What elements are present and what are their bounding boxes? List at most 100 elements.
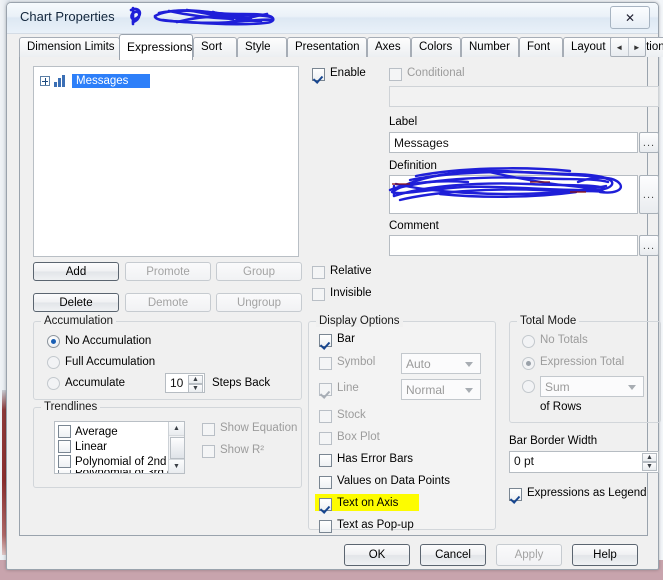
tab-strip: Dimension Limits Expressions Sort Style …	[19, 34, 663, 60]
tab-nav-next-button[interactable]: ►	[629, 38, 646, 56]
cancel-button[interactable]: Cancel	[420, 544, 486, 566]
expand-plus-icon[interactable]	[40, 76, 50, 86]
group-button[interactable]: Group	[216, 262, 302, 281]
label-browse-button[interactable]: ...	[639, 132, 659, 153]
tab-number[interactable]: Number	[461, 37, 519, 57]
stock-checkbox[interactable]	[319, 410, 332, 423]
delete-button[interactable]: Delete	[33, 293, 119, 312]
tab-expressions[interactable]: Expressions	[119, 34, 193, 60]
no-totals-radio[interactable]	[522, 335, 535, 348]
steps-back-label: Steps Back	[212, 377, 271, 389]
values-on-data-points-checkbox[interactable]	[319, 476, 332, 489]
line-type-dropdown[interactable]: Normal	[401, 379, 481, 400]
box-plot-checkbox[interactable]	[319, 432, 332, 445]
bar-border-width-spinner[interactable]: 0 pt ▲ ▼	[509, 451, 659, 473]
symbol-checkbox[interactable]	[319, 357, 332, 370]
steps-back-down-icon[interactable]: ▼	[188, 384, 203, 393]
demote-button[interactable]: Demote	[125, 293, 211, 312]
relative-checkbox[interactable]	[312, 266, 325, 279]
text-on-axis-checkbox[interactable]	[319, 498, 332, 511]
chevron-down-icon	[465, 387, 473, 393]
show-r2-checkbox[interactable]	[202, 445, 215, 458]
text-as-popup-label: Text as Pop-up	[337, 519, 414, 531]
tab-nav-prev-button[interactable]: ◄	[611, 38, 629, 56]
text-on-axis-label: Text on Axis	[337, 497, 399, 509]
trendline-row-poly2[interactable]: Polynomial of 2nd d	[58, 455, 176, 468]
comment-input[interactable]	[389, 235, 638, 256]
bar-border-up-icon[interactable]: ▲	[642, 453, 657, 462]
ungroup-button[interactable]: Ungroup	[216, 293, 302, 312]
trendline-poly3-label: Polynomial of 3rd d	[75, 470, 173, 473]
enable-checkbox[interactable]	[312, 68, 325, 81]
line-label: Line	[337, 382, 359, 394]
expression-tree-item[interactable]: Messages	[40, 73, 151, 89]
definition-browse-button[interactable]: ...	[639, 175, 659, 214]
tab-font[interactable]: Font	[519, 37, 563, 57]
apply-button[interactable]: Apply	[496, 544, 562, 566]
expression-name[interactable]: Messages	[72, 74, 151, 88]
trendlines-scroll-down-icon[interactable]: ▼	[169, 459, 184, 473]
bar-border-down-icon[interactable]: ▼	[642, 462, 657, 471]
text-as-popup-checkbox[interactable]	[319, 520, 332, 533]
show-equation-checkbox[interactable]	[202, 423, 215, 436]
line-checkbox[interactable]	[319, 383, 332, 396]
label-input[interactable]: Messages	[389, 132, 638, 153]
steps-back-spinner[interactable]: 10 ▲ ▼	[165, 373, 205, 393]
trendline-row-poly3[interactable]: Polynomial of 3rd d	[58, 470, 173, 473]
promote-button[interactable]: Promote	[125, 262, 211, 281]
trendline-row-average[interactable]: Average	[58, 425, 118, 438]
tab-layout[interactable]: Layout	[563, 37, 617, 57]
has-error-bars-label: Has Error Bars	[337, 453, 414, 465]
expressions-tree[interactable]: Messages	[33, 66, 299, 257]
conditional-label: Conditional	[407, 67, 465, 79]
expression-total-label: Expression Total	[540, 356, 625, 368]
trendline-poly3-checkbox[interactable]	[58, 470, 71, 473]
conditional-checkbox[interactable]	[389, 68, 402, 81]
invisible-checkbox[interactable]	[312, 288, 325, 301]
expressions-as-legend-checkbox[interactable]	[509, 488, 522, 501]
ok-button[interactable]: OK	[344, 544, 410, 566]
trendlines-scrollbar[interactable]: ▲ ▼	[168, 422, 184, 473]
comment-browse-button[interactable]: ...	[639, 235, 659, 256]
dialog-footer: OK Cancel Apply Help	[7, 536, 658, 569]
of-rows-label: of Rows	[540, 401, 582, 413]
trendline-poly2-label: Polynomial of 2nd d	[75, 455, 177, 468]
tab-presentation[interactable]: Presentation	[287, 37, 367, 57]
trendlines-listbox[interactable]: Average Linear Polynomial of 2nd d Polyn…	[54, 421, 185, 474]
definition-input[interactable]	[389, 175, 638, 214]
aggregation-radio[interactable]	[522, 380, 535, 393]
accumulation-group: Accumulation No Accumulation Full Accumu…	[33, 315, 302, 400]
no-accumulation-radio[interactable]	[47, 335, 60, 348]
line-type-value: Normal	[406, 382, 445, 397]
expression-total-radio[interactable]	[522, 357, 535, 370]
has-error-bars-checkbox[interactable]	[319, 454, 332, 467]
comment-caption: Comment	[389, 220, 439, 232]
trendlines-scroll-thumb[interactable]	[170, 437, 184, 459]
tab-colors[interactable]: Colors	[411, 37, 461, 57]
tab-dimension-limits[interactable]: Dimension Limits	[19, 37, 120, 57]
tab-sort[interactable]: Sort	[193, 37, 237, 57]
tab-style[interactable]: Style	[237, 37, 287, 57]
accumulate-radio[interactable]	[47, 377, 60, 390]
symbol-type-dropdown[interactable]: Auto	[401, 353, 481, 374]
trendline-average-checkbox[interactable]	[58, 425, 71, 438]
steps-back-up-icon[interactable]: ▲	[188, 375, 203, 384]
trendline-linear-checkbox[interactable]	[58, 440, 71, 453]
relative-label: Relative	[330, 265, 372, 277]
help-button[interactable]: Help	[572, 544, 638, 566]
conditional-input[interactable]	[389, 86, 659, 107]
trendlines-scroll-up-icon[interactable]: ▲	[169, 422, 184, 436]
close-button[interactable]: ✕	[610, 6, 650, 29]
tab-axes[interactable]: Axes	[367, 37, 411, 57]
trendline-poly2-checkbox[interactable]	[58, 455, 71, 468]
bar-checkbox[interactable]	[319, 334, 332, 347]
trendline-row-linear[interactable]: Linear	[58, 440, 107, 453]
chart-properties-dialog: Chart Properties ✕ Dimension Limits Expr…	[6, 2, 663, 570]
full-accumulation-radio[interactable]	[47, 356, 60, 369]
add-button[interactable]: Add	[33, 262, 119, 281]
window-title: Chart Properties	[20, 9, 115, 24]
display-options-group-title: Display Options	[316, 315, 403, 327]
symbol-type-value: Auto	[406, 356, 431, 371]
full-accumulation-label: Full Accumulation	[65, 356, 156, 368]
aggregation-dropdown[interactable]: Sum	[540, 376, 644, 397]
